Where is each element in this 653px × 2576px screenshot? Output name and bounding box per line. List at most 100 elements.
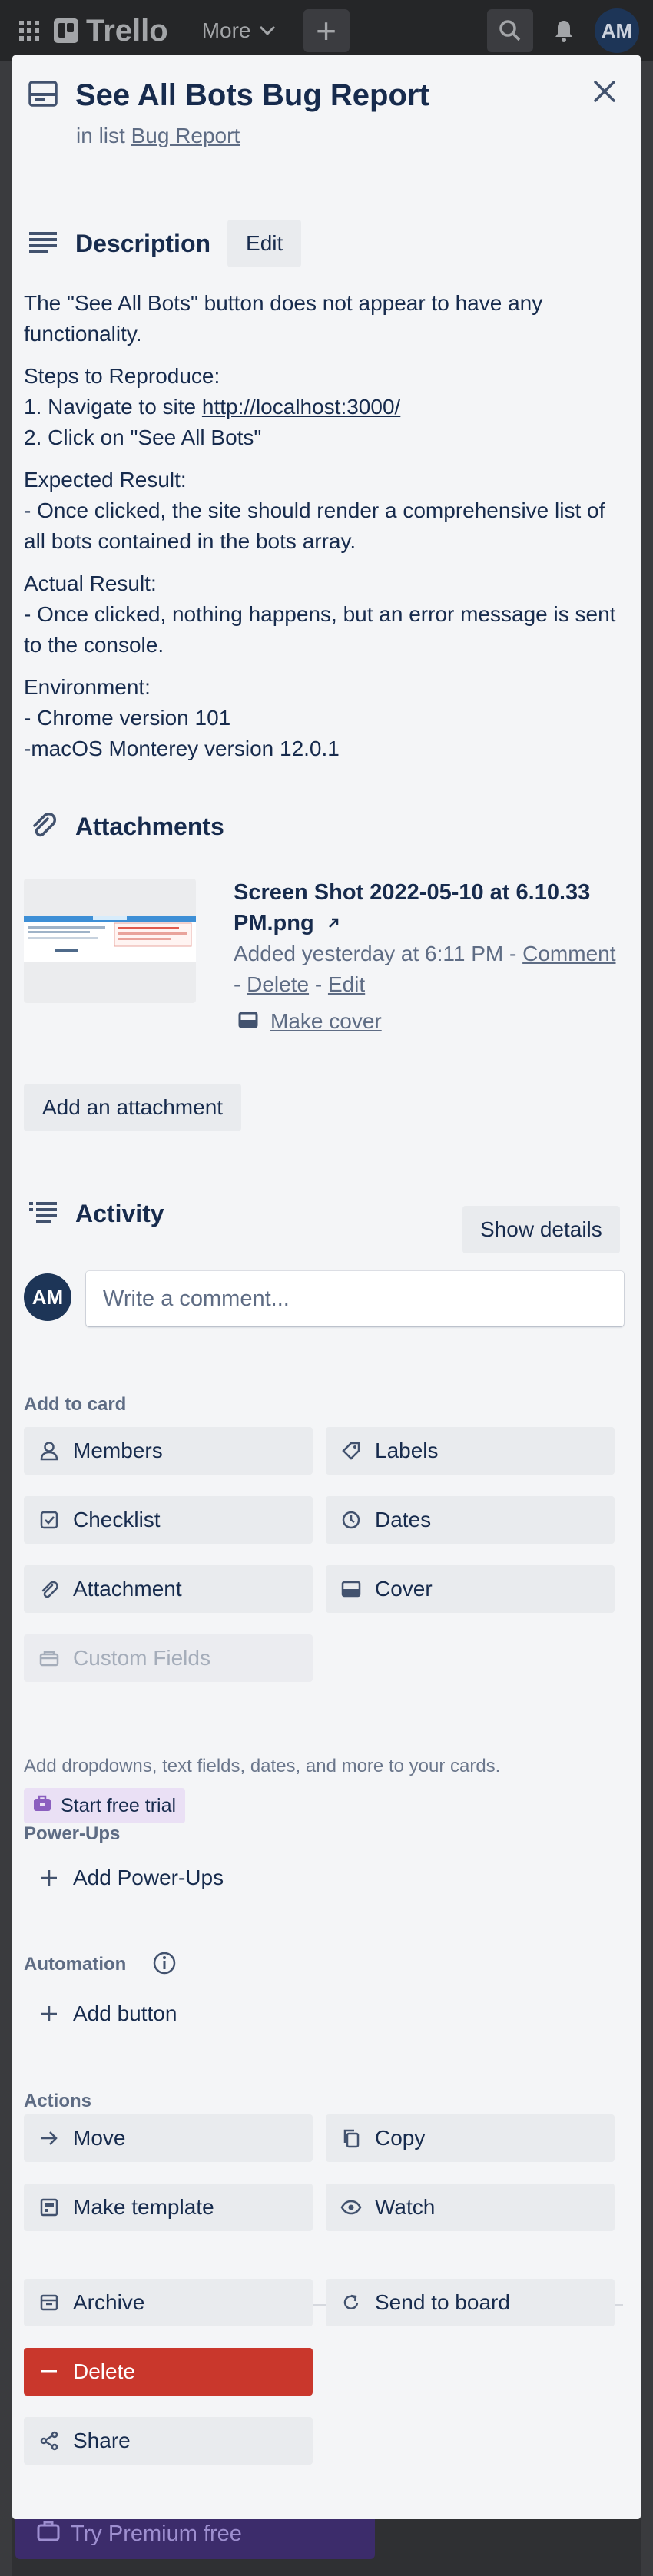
custom-fields-button[interactable]: Custom Fields [24, 1634, 313, 1682]
share-button[interactable]: Share [24, 2417, 313, 2465]
app-switcher-icon[interactable] [14, 15, 45, 46]
eye-icon [340, 2196, 363, 2219]
add-attachment-button[interactable]: Add an attachment [24, 1084, 242, 1131]
archive-icon [38, 2291, 61, 2314]
labels-label: Labels [375, 1439, 439, 1462]
send-to-board-label: Send to board [375, 2290, 510, 2314]
copy-button[interactable]: Copy [326, 2114, 615, 2162]
attachment-delete-link[interactable]: Delete [247, 972, 309, 996]
attachment-item: Screen Shot 2022-05-10 at 6.10.33 PM.png… [24, 877, 633, 1034]
trello-logo[interactable]: Trello [54, 14, 168, 48]
description-paragraph: Steps to Reproduce: 1. Navigate to site … [24, 361, 631, 453]
logo-text: Trello [86, 13, 168, 48]
description-paragraph: Expected Result: - Once clicked, the sit… [24, 465, 631, 557]
description-header: Description Edit [28, 220, 302, 267]
card-detail-modal: See All Bots Bug Report in list Bug Repo… [12, 55, 641, 2519]
trial-label: Start free trial [61, 1794, 177, 1816]
powerups-label: Power-Ups [24, 1823, 121, 1844]
comment-input[interactable]: Write a comment... [86, 1271, 624, 1326]
chevron-down-icon [259, 25, 275, 36]
cover-button[interactable]: Cover [326, 1565, 615, 1613]
description-paragraph: The "See All Bots" button does not appea… [24, 288, 631, 349]
attachment-button[interactable]: Attachment [24, 1565, 313, 1613]
add-automation-button[interactable]: Add button [24, 1990, 313, 2038]
search-button[interactable] [487, 9, 533, 52]
activity-heading: Activity [75, 1200, 164, 1227]
description-line: 2. Click on "See All Bots" [24, 425, 262, 449]
members-label: Members [73, 1439, 163, 1462]
add-powerups-label: Add Power-Ups [73, 1866, 224, 1889]
make-template-label: Make template [73, 2195, 214, 2219]
plus-icon [38, 1866, 61, 1889]
more-menu[interactable]: More [202, 18, 276, 43]
move-button[interactable]: Move [24, 2114, 313, 2162]
automation-label: Automation [24, 1954, 127, 1975]
archive-label: Archive [73, 2290, 145, 2314]
card-icon [28, 80, 58, 111]
card-header: See All Bots Bug Report in list Bug Repo… [28, 78, 565, 148]
delete-label: Delete [73, 2359, 135, 2383]
bell-icon[interactable] [553, 18, 575, 43]
more-label: More [201, 18, 251, 42]
attachments-header: Attachments [28, 810, 224, 844]
attachment-name[interactable]: Screen Shot 2022-05-10 at 6.10.33 PM.png [234, 877, 633, 939]
external-link-icon[interactable] [326, 908, 340, 939]
card-cover-icon [238, 1009, 258, 1034]
start-free-trial-button[interactable]: Start free trial [24, 1788, 186, 1823]
share-label: Share [73, 2429, 131, 2452]
minus-icon [38, 2360, 61, 2383]
attachment-thumbnail[interactable] [24, 879, 196, 1003]
attachment-added: Added yesterday at 6:11 PM [234, 942, 504, 965]
archive-button[interactable]: Archive [24, 2279, 313, 2326]
watch-button[interactable]: Watch [326, 2184, 615, 2231]
description-paragraph: Environment: - Chrome version 101 -macOS… [24, 672, 631, 764]
board-background-left [0, 61, 12, 2576]
description-line: - Chrome version 101 [24, 706, 231, 730]
create-button[interactable]: + [303, 9, 350, 52]
checklist-label: Checklist [73, 1508, 161, 1531]
top-navigation-bar: Trello More + AM [0, 0, 653, 61]
arrow-right-icon [38, 2127, 61, 2150]
card-title[interactable]: See All Bots Bug Report [75, 78, 429, 113]
labels-button[interactable]: Labels [326, 1427, 615, 1475]
attachment-meta: Added yesterday at 6:11 PM - Comment - D… [234, 942, 616, 996]
delete-button[interactable]: Delete [24, 2348, 313, 2396]
localhost-link[interactable]: http://localhost:3000/ [202, 395, 400, 419]
send-to-board-button[interactable]: Send to board [326, 2279, 615, 2326]
move-label: Move [73, 2126, 126, 2150]
share-icon [38, 2429, 61, 2452]
description-line: - Once clicked, the site should render a… [24, 498, 605, 553]
avatar[interactable]: AM [595, 8, 639, 53]
list-link[interactable]: Bug Report [131, 124, 240, 147]
attachments-heading: Attachments [75, 813, 224, 840]
avatar[interactable]: AM [24, 1273, 71, 1321]
description-line: Steps to Reproduce: [24, 364, 220, 388]
close-icon[interactable] [588, 75, 621, 108]
make-template-button[interactable]: Make template [24, 2184, 313, 2231]
plus-icon [38, 2002, 61, 2025]
checklist-button[interactable]: Checklist [24, 1496, 313, 1544]
copy-icon [340, 2127, 363, 2150]
show-details-button[interactable]: Show details [462, 1206, 620, 1253]
dates-button[interactable]: Dates [326, 1496, 615, 1544]
briefcase-icon [37, 2520, 60, 2548]
make-cover-button[interactable]: Make cover [238, 1009, 633, 1034]
description-paragraph: Actual Result: - Once clicked, nothing h… [24, 568, 631, 661]
add-to-card-label: Add to card [24, 1394, 127, 1415]
attachment-edit-link[interactable]: Edit [328, 972, 365, 996]
in-list-prefix: in list [76, 124, 125, 147]
edit-description-button[interactable]: Edit [227, 220, 302, 267]
briefcase-icon [33, 1795, 51, 1817]
add-powerups-button[interactable]: Add Power-Ups [24, 1854, 313, 1902]
attachment-comment-link[interactable]: Comment [522, 942, 615, 965]
watch-label: Watch [375, 2195, 436, 2219]
members-button[interactable]: Members [24, 1427, 313, 1475]
dates-label: Dates [375, 1508, 432, 1531]
board-background-right [641, 61, 653, 2576]
info-icon[interactable] [151, 1949, 178, 1981]
refresh-icon [340, 2291, 363, 2314]
premium-label: Try Premium free [71, 2521, 242, 2546]
description-body[interactable]: The "See All Bots" button does not appea… [24, 288, 631, 776]
attachment-name-text: Screen Shot 2022-05-10 at 6.10.33 PM.png [234, 880, 591, 935]
description-line: Expected Result: [24, 468, 187, 492]
